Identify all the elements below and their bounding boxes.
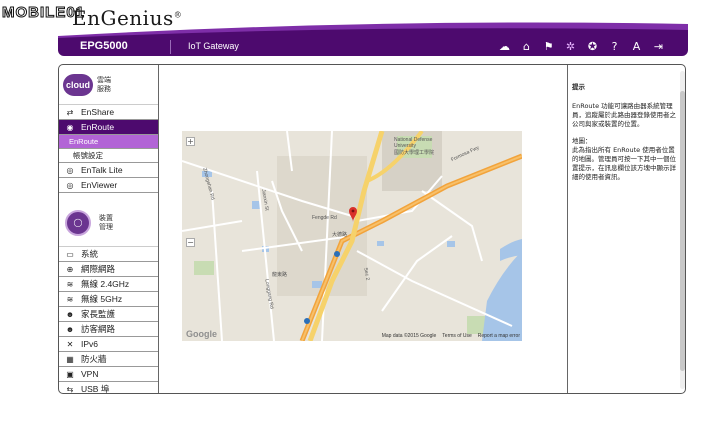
sidebar-item-guest-network[interactable]: ☻ 訪客網路 — [59, 322, 158, 337]
usb-port-icon: ⇆ — [66, 384, 74, 394]
enviewer-icon: ◎ — [66, 180, 74, 190]
guest-network-icon: ☻ — [65, 324, 75, 334]
map-label-fengde: Fengde Rd — [312, 215, 337, 221]
sidebar-item-firewall[interactable]: ▦ 防火牆 — [59, 352, 158, 367]
sidebar-item-label: 家長監護 — [81, 309, 116, 319]
device-mode: IoT Gateway — [188, 41, 239, 51]
system-icon: ▭ — [66, 249, 74, 259]
home-icon[interactable]: ⌂ — [519, 39, 534, 54]
google-logo: Google — [186, 329, 217, 339]
sidebar-item-label: EnShare — [81, 107, 115, 117]
wizard-icon[interactable]: ✪ — [585, 39, 600, 54]
sidebar-item-entalk-lite[interactable]: ◎ EnTalk Lite — [59, 163, 158, 178]
device-model: EPG5000 — [80, 40, 128, 52]
report-map-error-link[interactable]: Report a map error — [478, 333, 520, 339]
sidebar-item-enviewer[interactable]: ◎ EnViewer — [59, 178, 158, 193]
map-zoom-out-button[interactable]: − — [186, 238, 195, 247]
app-root: MOBILE01 EnGenius® EPG5000 IoT Gateway ☁… — [0, 0, 720, 427]
internet-icon: ⊕ — [66, 264, 74, 274]
map-view[interactable]: National Defense University 國防大學理工學院 For… — [182, 131, 522, 341]
sidebar-item-wireless-2-4ghz[interactable]: ≋ 無線 2.4GHz — [59, 277, 158, 292]
sidebar-item-vpn[interactable]: ▣ VPN — [59, 367, 158, 382]
cloud-icon: cloud — [63, 73, 93, 96]
help-panel: 提示 EnRoute 功能可讓路由器系統管理員，追蹤屬於此路由器登錄使用者之公司… — [567, 65, 685, 393]
sidebar-item-internet[interactable]: ⊕ 網際網路 — [59, 262, 158, 277]
sidebar-item-parental-control[interactable]: ☻ 家長監護 — [59, 307, 158, 322]
network-icon[interactable]: ⚑ — [541, 39, 556, 54]
terms-of-use-link[interactable]: Terms of Use — [442, 333, 471, 339]
language-icon[interactable]: A — [629, 39, 644, 54]
sidebar: cloud 雲端服務 ⇄ EnShare ◉ EnRoute EnRoute 帳… — [59, 65, 159, 393]
map-data-credit: Map data ©2015 Google — [381, 333, 437, 339]
sidebar-item-label: EnViewer — [81, 180, 118, 190]
device-management-title: 裝置管理 — [99, 214, 113, 231]
device-management-header: ◯ 裝置管理 — [59, 199, 158, 247]
sidebar-item-enshare[interactable]: ⇄ EnShare — [59, 105, 158, 120]
sidebar-item-label: 網際網路 — [81, 264, 116, 274]
registered-mark: ® — [173, 10, 183, 20]
ipv6-icon: ✕ — [66, 339, 74, 349]
parental-control-icon: ☻ — [65, 309, 75, 319]
sidebar-subitem-enroute[interactable]: EnRoute — [59, 135, 158, 149]
settings-gear-icon[interactable]: ✲ — [563, 39, 578, 54]
sidebar-item-label: IPv6 — [81, 339, 99, 349]
location-pin-icon: ◉ — [66, 122, 74, 132]
sidebar-item-enroute[interactable]: ◉ EnRoute — [59, 120, 158, 135]
sidebar-item-system[interactable]: ▭ 系統 — [59, 247, 158, 262]
help-scroll-thumb[interactable] — [680, 91, 685, 371]
help-paragraph-1: EnRoute 功能可讓路由器系統管理員，追蹤屬於此路由器登錄使用者之公司與家或… — [572, 102, 676, 128]
sidebar-item-label: 訪客網路 — [81, 324, 116, 334]
map-label-ndu: National Defense University — [394, 137, 433, 149]
help-title: 提示 — [572, 83, 585, 91]
entalk-icon: ◎ — [66, 165, 74, 175]
cloud-services-title: 雲端服務 — [97, 76, 111, 93]
main-frame: cloud 雲端服務 ⇄ EnShare ◉ EnRoute EnRoute 帳… — [58, 64, 686, 394]
sidebar-item-wireless-5ghz[interactable]: ≋ 無線 5GHz — [59, 292, 158, 307]
sidebar-subitem-account-settings[interactable]: 帳號設定 — [59, 149, 158, 163]
firewall-icon: ▦ — [66, 354, 74, 364]
sidebar-item-ipv6[interactable]: ✕ IPv6 — [59, 337, 158, 352]
cloud-download-icon[interactable]: ☁ — [497, 39, 512, 54]
header-bar: EPG5000 IoT Gateway ☁ ⌂ ⚑ ✲ ✪? A ⇥ — [58, 38, 688, 56]
map-zoom-in-button[interactable]: + — [186, 137, 195, 146]
map-canvas[interactable] — [182, 131, 522, 341]
map-label-ndu-cn: 國防大學理工學院 — [394, 150, 435, 156]
sidebar-item-label: EnTalk Lite — [81, 165, 123, 175]
device-management-list: ▭ 系統 ⊕ 網際網路 ≋ 無線 2.4GHz ≋ 無線 5GHz ☻ 家長監護 ☻ 訪客網路 ✕ IPv… — [59, 247, 158, 394]
cloud-services-header: cloud 雲端服務 — [59, 65, 158, 105]
sidebar-item-label: 防火牆 — [81, 354, 107, 364]
help-subtitle: 地圖： — [572, 137, 592, 145]
vpn-icon: ▣ — [66, 369, 74, 379]
sidebar-item-label: USB 埠 — [81, 384, 110, 394]
enshare-icon: ⇄ — [66, 107, 74, 117]
help-scrollbar[interactable] — [680, 71, 685, 389]
sidebar-item-label: 無線 2.4GHz — [81, 279, 130, 289]
wireless-5ghz-icon: ≋ — [66, 294, 74, 304]
map-footer: Map data ©2015 Google Terms of Use Repor… — [382, 333, 520, 339]
sidebar-item-usb-port[interactable]: ⇆ USB 埠 — [59, 382, 158, 394]
header-divider — [170, 40, 171, 54]
sidebar-item-label: 無線 5GHz — [81, 294, 123, 304]
map-label-longdong: 龍東路 — [272, 272, 288, 278]
help-icon[interactable]: ? — [607, 39, 622, 54]
sidebar-item-label: 系統 — [81, 249, 99, 259]
map-label-dade: 大德路 — [332, 232, 348, 238]
sidebar-item-label: VPN — [81, 369, 99, 379]
sidebar-item-label: EnRoute — [81, 122, 115, 132]
wireless-2-4ghz-icon: ≋ — [66, 279, 74, 289]
logout-icon[interactable]: ⇥ — [651, 39, 666, 54]
help-paragraph-2: 此為指出所有 EnRoute 使用者位置的地圖。管理員可按一下其中一個位置提示，… — [572, 146, 676, 181]
device-management-icon: ◯ — [65, 209, 91, 236]
header-toolbar: ☁ ⌂ ⚑ ✲ ✪? A ⇥ — [497, 39, 666, 54]
